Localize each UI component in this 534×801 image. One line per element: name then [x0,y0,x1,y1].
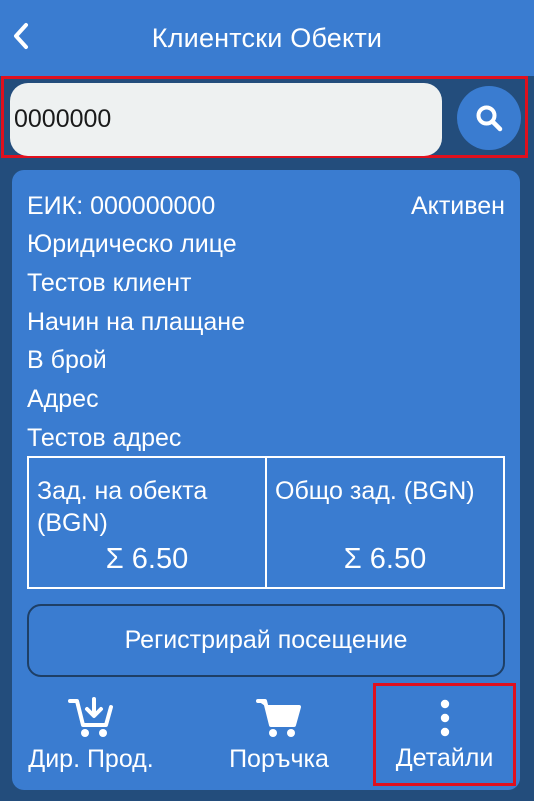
direct-sale-label: Дир. Прод. [28,745,154,773]
status-badge: Активен [410,192,505,220]
register-visit-button[interactable]: Регистрирай посещение [27,604,505,677]
order-button[interactable]: Поръчка [200,687,358,787]
object-debt-value: Σ 6.50 [105,543,189,575]
search-bar [1,76,528,158]
payment-method-value: В брой [27,346,107,374]
object-debt-cell: Зад. на обекта (BGN) Σ 6.50 [29,458,265,587]
search-icon [476,105,503,132]
client-type: Юридическо лице [27,230,237,258]
app-bar: Клиентски Обекти [0,0,534,76]
address-label: Адрес [27,385,99,413]
client-card: ЕИК: 000000000 Активен Юридическо лице Т… [12,170,520,790]
more-vertical-icon [440,699,449,737]
search-button[interactable] [457,86,521,150]
debt-table: Зад. на обекта (BGN) Σ 6.50 Общо зад. (B… [27,456,505,589]
object-debt-label: Зад. на обекта (BGN) [37,477,208,537]
total-debt-value: Σ 6.50 [343,543,427,575]
details-button[interactable]: Детайли [373,683,516,786]
total-debt-cell: Общо зад. (BGN) Σ 6.50 [265,458,503,587]
direct-sale-button[interactable]: Дир. Прод. [12,687,170,787]
search-input[interactable] [10,83,442,156]
client-name: Тестов клиент [27,269,192,297]
order-label: Поръчка [229,745,329,773]
page-title: Клиентски Обекти [151,22,383,53]
payment-method-label: Начин на плащане [27,308,246,336]
details-label: Детайли [395,744,494,772]
total-debt-label: Общо зад. (BGN) [275,477,475,505]
address-value: Тестов адрес [27,424,182,452]
client-eik: ЕИК: 000000000 [27,192,216,220]
cart-download-icon [68,697,113,737]
cart-icon [256,699,301,737]
